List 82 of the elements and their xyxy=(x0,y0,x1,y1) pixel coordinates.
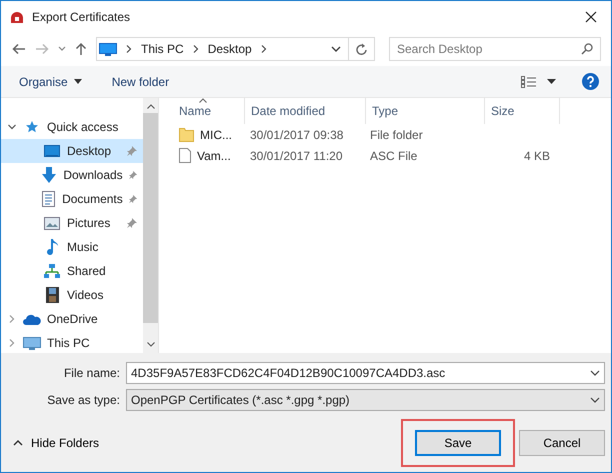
film-icon xyxy=(46,287,58,303)
window-title: Export Certificates xyxy=(32,10,130,24)
field-label: File name: xyxy=(62,366,121,380)
tree-item[interactable]: OneDrive xyxy=(1,307,143,331)
date-cell-text: 30/01/2017 11:20 xyxy=(249,148,344,162)
type-cell-text: File folder xyxy=(369,128,424,142)
file-name: Vam... xyxy=(197,148,231,162)
hide-folders-button[interactable]: Hide Folders xyxy=(9,434,104,452)
tree-label: Pictures xyxy=(67,216,112,230)
monitor-icon xyxy=(23,336,41,350)
breadcrumb-item[interactable]: Desktop xyxy=(208,42,252,56)
network-icon xyxy=(44,264,60,278)
tree-item[interactable]: Videos xyxy=(1,283,143,307)
column-header[interactable]: Type xyxy=(366,98,485,124)
sort-caret-icon xyxy=(199,98,207,103)
scrollbar[interactable] xyxy=(143,98,158,353)
dialog-button[interactable]: Cancel xyxy=(519,430,605,456)
monitor-icon xyxy=(99,42,117,56)
chevron-icon[interactable] xyxy=(126,45,132,53)
size-cell: 4 KB xyxy=(524,148,550,162)
date-cell-text: 30/01/2017 09:38 xyxy=(249,128,344,142)
file-icon xyxy=(179,148,191,163)
tree-label: OneDrive xyxy=(47,312,99,326)
help-icon[interactable] xyxy=(582,73,599,90)
tree-label: This PC xyxy=(47,336,91,350)
tree-item[interactable]: Downloads xyxy=(1,163,143,187)
tree-item[interactable]: This PC xyxy=(1,331,143,353)
type-cell-text: ASC File xyxy=(369,148,418,162)
tree-label: Desktop xyxy=(67,144,112,158)
close-icon[interactable] xyxy=(585,10,597,22)
tree-label: Music xyxy=(67,240,100,254)
tree-item[interactable]: Quick access xyxy=(1,115,143,139)
scrollbar-thumb[interactable] xyxy=(143,113,158,323)
address-bar[interactable]: This PC Desktop xyxy=(96,37,375,61)
dropdown-caret-icon[interactable] xyxy=(590,370,600,376)
column-header[interactable]: Size xyxy=(485,98,560,124)
column-header[interactable]: Name xyxy=(173,98,245,124)
chevron-icon[interactable] xyxy=(192,45,199,53)
tree-label: Shared xyxy=(67,264,107,278)
chevron-icon[interactable] xyxy=(8,123,16,131)
tree-item[interactable]: Shared xyxy=(1,259,143,283)
tree-item[interactable]: Pictures xyxy=(1,211,143,235)
dropdown-caret-icon[interactable] xyxy=(331,46,341,52)
view-options-icon[interactable] xyxy=(521,76,537,88)
down-arrow-icon xyxy=(41,167,58,183)
file-row[interactable]: MIC... 30/01/2017 09:38 File folder xyxy=(173,124,611,145)
back-arrow-icon[interactable] xyxy=(12,43,26,55)
column-header[interactable]: Date modified xyxy=(245,98,366,124)
chevron-up-icon xyxy=(13,440,23,446)
tree-item[interactable]: Music xyxy=(1,235,143,259)
document-icon xyxy=(42,191,56,207)
cloud-icon xyxy=(23,314,41,324)
file-name: MIC... xyxy=(200,128,232,142)
chevron-icon[interactable] xyxy=(260,45,267,53)
field-label: Save as type: xyxy=(46,392,121,406)
caret-icon xyxy=(74,79,82,84)
caret-icon[interactable] xyxy=(547,79,556,84)
tree-label: Videos xyxy=(67,288,104,302)
folder-icon xyxy=(179,127,194,142)
file-type-dropdown[interactable]: OpenPGP Certificates (*.asc *.gpg *.pgp) xyxy=(126,388,605,410)
scroll-down-icon[interactable] xyxy=(146,342,154,347)
monitor-icon xyxy=(44,144,60,158)
search-field[interactable]: Search Desktop xyxy=(389,37,601,61)
picture-icon xyxy=(44,216,60,230)
music-note-icon xyxy=(46,239,58,255)
dialog-button[interactable]: Save xyxy=(415,430,501,456)
tree-label: Quick access xyxy=(47,120,120,134)
new-folder-button[interactable]: New folder xyxy=(102,72,180,92)
tree-item[interactable]: Desktop xyxy=(1,139,143,163)
tree-item[interactable]: Documents xyxy=(1,187,143,211)
file-name-field[interactable]: 4D35F9A57E83FCD62C4F04D12B90C10097CA4DD3.asc xyxy=(126,362,605,384)
star-icon xyxy=(25,120,39,134)
scroll-up-icon[interactable] xyxy=(146,104,154,109)
up-arrow-icon[interactable] xyxy=(75,42,87,56)
breadcrumb-item[interactable]: This PC xyxy=(141,42,184,56)
organise-menu-button[interactable]: Organise xyxy=(9,72,92,92)
tree-label: Documents xyxy=(62,192,123,206)
file-row[interactable]: Vam... 30/01/2017 11:20 ASC File 4 KB xyxy=(173,145,611,166)
refresh-icon[interactable] xyxy=(356,42,368,56)
tree-label: Downloads xyxy=(63,168,123,182)
dropdown-caret-icon[interactable] xyxy=(590,396,600,402)
search-icon[interactable] xyxy=(581,43,593,55)
